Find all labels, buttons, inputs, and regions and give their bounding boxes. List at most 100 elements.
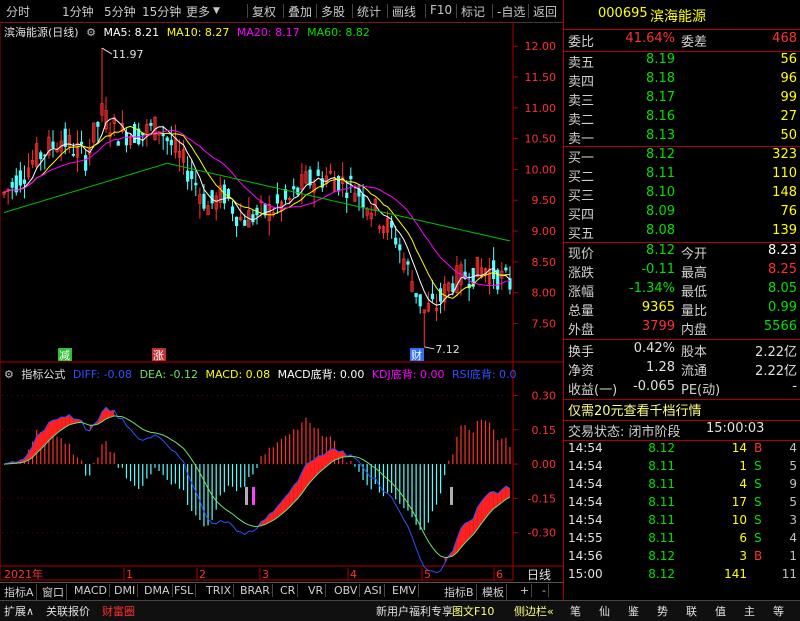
period-label: 日线 <box>527 568 551 582</box>
tick-row: 14:54 8.11 10 S 3 <box>564 513 800 532</box>
indicator-tab-2[interactable]: MACD <box>72 584 110 597</box>
settings-icon[interactable]: ⚙ <box>86 26 96 39</box>
bid-row[interactable]: 买二 8.11 110 <box>564 166 800 185</box>
quote-stat-row: 现价 8.12 今开 8.23 <box>564 243 800 262</box>
period-tab-4[interactable]: 更多 <box>186 3 210 20</box>
status-mid-2[interactable]: 侧边栏« <box>514 603 554 619</box>
indicator-tabs: 指标A 窗口 MACD DMI DMA FSL TRIX BRAR CR VR OBV ASI EMV 指… <box>0 582 563 600</box>
quote-stat-row: 涨跌 -0.11 最高 8.25 <box>564 262 800 281</box>
fin-value: 0.42% <box>633 341 675 356</box>
candle-body <box>202 193 206 209</box>
x-axis-label: 2 <box>199 568 206 581</box>
side-tool-icon-3[interactable]: 势 <box>657 603 668 619</box>
ask-row[interactable]: 卖三 8.17 99 <box>564 90 800 109</box>
bid-row[interactable]: 买五 8.08 139 <box>564 223 800 242</box>
period-tab-3[interactable]: 15分钟 <box>142 3 181 20</box>
indicator-tab-10[interactable]: OBV <box>332 584 361 597</box>
status-left-1[interactable]: 关联报价 <box>46 603 90 619</box>
promo-text[interactable]: 仅需20元查看千档行情 <box>568 400 702 419</box>
indicator-tab-4[interactable]: DMA <box>142 584 173 597</box>
candlestick-series <box>2 48 512 347</box>
tick-time: 14:54 <box>568 495 603 509</box>
low-marker-arrow <box>424 346 435 350</box>
indicator-tab-0[interactable]: 指标A <box>2 584 37 600</box>
toolbar-button-6[interactable]: 标记 <box>461 3 485 20</box>
candle-body <box>161 133 165 137</box>
side-tool-icon-2[interactable]: 鉴 <box>628 603 639 619</box>
tick-row: 14:54 8.12 14 B 4 <box>564 441 800 460</box>
ask-price: 8.19 <box>646 52 675 67</box>
indicator-tab-12[interactable]: EMV <box>390 584 419 597</box>
tick-volume: 17 <box>731 495 747 509</box>
candle-body <box>349 175 353 180</box>
toolbar-button-8[interactable]: 返回 <box>533 3 557 20</box>
side-tool-icon-6[interactable]: 主 <box>744 603 755 619</box>
indicator-tab-right-2[interactable]: + <box>518 584 533 597</box>
indicator-tab-3[interactable]: DMI <box>112 584 139 597</box>
indicator-tab-right-3[interactable]: - <box>540 584 549 597</box>
kline-y-tick-label: 9.50 <box>532 194 557 207</box>
side-tool-icon-4[interactable]: 联 <box>686 603 697 619</box>
side-tool-icon-7[interactable]: 等 <box>773 603 784 619</box>
indicator-tab-7[interactable]: BRAR <box>238 584 273 597</box>
bid-row[interactable]: 买一 8.12 323 <box>564 147 800 166</box>
stat-value: 8.12 <box>646 243 675 258</box>
ask-row[interactable]: 卖五 8.19 56 <box>564 52 800 71</box>
indicator-tab-9[interactable]: VR <box>306 584 327 597</box>
ask-row[interactable]: 卖二 8.16 27 <box>564 109 800 128</box>
fin-value: 1.28 <box>646 360 675 375</box>
event-tag-cai-label: 财 <box>411 348 422 362</box>
bid-volume: 148 <box>772 185 797 200</box>
dropdown-arrow-icon[interactable]: ▼ <box>213 6 220 16</box>
bid-row[interactable]: 买四 8.09 76 <box>564 204 800 223</box>
period-tab-0[interactable]: 分时 <box>6 3 30 20</box>
bid-row[interactable]: 买三 8.10 148 <box>564 185 800 204</box>
toolbar-button-1[interactable]: 叠加 <box>288 3 312 20</box>
stat-value: 9365 <box>641 300 675 315</box>
x-axis-label: 6 <box>496 568 503 581</box>
settings-icon[interactable]: ⚙ <box>4 368 14 381</box>
stat-value: 0.99 <box>768 300 797 315</box>
side-tool-icon-1[interactable]: 仙 <box>599 603 610 619</box>
toolbar-button-3[interactable]: 统计 <box>357 3 381 20</box>
indicator-tab-right-0[interactable]: 指标B <box>442 584 477 600</box>
indicator-tab-5[interactable]: FSL <box>172 584 197 597</box>
stat-label: 量比 <box>681 304 708 319</box>
period-tab-2[interactable]: 5分钟 <box>104 3 136 20</box>
x-axis-label: 5 <box>424 568 431 581</box>
macd-y-tick-label: -0.30 <box>528 527 556 540</box>
status-mid-1[interactable]: 图文F10 <box>452 603 494 619</box>
indicator-tab-8[interactable]: CR <box>278 584 299 597</box>
tick-count: 11 <box>781 567 797 581</box>
indicator-title[interactable]: 指标公式 <box>21 368 65 381</box>
status-mid-0[interactable]: 新用户福利专享 <box>376 603 453 619</box>
bid-label: 买四 <box>568 208 595 223</box>
x-axis-label: 3 <box>262 568 269 581</box>
side-tool-icon-5[interactable]: 值 <box>715 603 726 619</box>
side-tool-icon-0[interactable]: 笔 <box>570 603 581 619</box>
promo-banner[interactable]: 仅需20元查看千档行情 <box>564 400 800 420</box>
chart-area[interactable]: 7.508.008.509.009.5010.0010.5011.0011.50… <box>0 22 563 582</box>
toolbar-button-0[interactable]: 复权 <box>252 3 276 20</box>
toolbar-separator <box>283 4 284 18</box>
candle-body <box>508 278 512 290</box>
toolbar-button-2[interactable]: 多股 <box>321 3 345 20</box>
toolbar-button-4[interactable]: 画线 <box>392 3 416 20</box>
stat-value: 8.23 <box>768 243 797 258</box>
indicator-tab-right-1[interactable]: 模板 <box>480 584 507 600</box>
indicator-tab-11[interactable]: ASI <box>362 584 385 597</box>
status-left-2[interactable]: 财富圈 <box>102 603 135 619</box>
toolbar-button-5[interactable]: F10 <box>430 3 452 17</box>
period-tab-1[interactable]: 1分钟 <box>62 3 94 20</box>
indicator-tab-1[interactable]: 窗口 <box>40 584 67 600</box>
indicator-tab-6[interactable]: TRIX <box>204 584 235 597</box>
ask-row[interactable]: 卖四 8.18 96 <box>564 71 800 90</box>
candle-body <box>190 170 194 180</box>
candle-body <box>51 141 55 148</box>
bid-price: 8.10 <box>646 185 675 200</box>
candle-body <box>406 261 410 265</box>
candle-body <box>149 122 153 126</box>
ask-row[interactable]: 卖一 8.13 50 <box>564 128 800 147</box>
status-left-0[interactable]: 扩展∧ <box>4 603 34 619</box>
toolbar-button-7[interactable]: -自选 <box>497 3 525 20</box>
